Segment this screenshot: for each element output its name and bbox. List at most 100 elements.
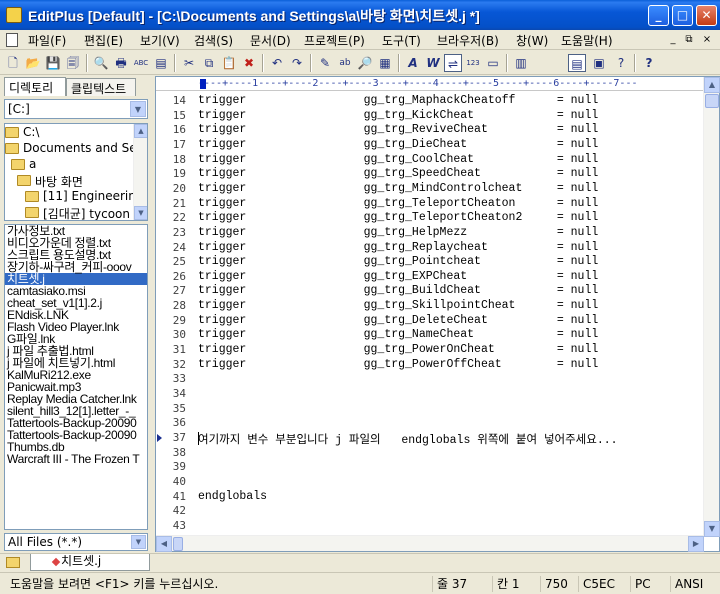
scroll-thumb[interactable] — [705, 94, 719, 108]
scroll-thumb[interactable] — [173, 537, 183, 551]
drive-select[interactable]: [C:] ▼ — [4, 99, 148, 119]
ruler-icon[interactable]: ▭ — [484, 54, 502, 72]
code-line[interactable]: trigger gg_trg_PowerOffCheat = null — [198, 358, 598, 371]
tree-item[interactable]: a — [11, 157, 36, 173]
italic-w-icon[interactable]: W — [424, 54, 442, 72]
spell-icon[interactable]: ABC — [132, 54, 150, 72]
document-menu-icon[interactable] — [6, 33, 18, 47]
tree-item[interactable]: Documents and Se — [5, 141, 137, 157]
line-number: 22 — [172, 211, 186, 224]
mdi-minimize-button[interactable]: _ — [666, 33, 680, 46]
tree-item[interactable]: 바탕 화면 — [17, 173, 83, 189]
code-line[interactable]: 여기까지 변수 부분입니다 j 파일의 endglobals 위쪽에 붙여 넣어… — [198, 431, 618, 447]
menu-help[interactable]: 도움말(H) — [561, 32, 613, 49]
editor[interactable]: ----+----1----+----2----+----3----+----4… — [155, 76, 720, 552]
horizontal-scrollbar[interactable]: ◀ ▶ — [156, 535, 704, 552]
print-icon[interactable]: 🖶 — [112, 54, 130, 72]
code-line[interactable]: trigger gg_trg_DeleteCheat = null — [198, 314, 598, 327]
scroll-left-icon[interactable]: ◀ — [156, 536, 172, 552]
tab-directory[interactable]: 디렉토리 — [4, 77, 66, 96]
print-preview-icon[interactable]: 🔍 — [92, 54, 110, 72]
save-icon[interactable]: 💾 — [44, 54, 62, 72]
sidebar-icon[interactable]: ▤ — [568, 54, 586, 72]
code-line[interactable]: trigger gg_trg_TeleportCheaton2 = null — [198, 211, 598, 224]
document-tab[interactable]: 치트셋.j — [30, 554, 150, 571]
columns-icon[interactable]: ▥ — [512, 54, 530, 72]
goto-icon[interactable]: ▦ — [376, 54, 394, 72]
menu-document[interactable]: 문서(D) — [250, 32, 291, 49]
menu-tools[interactable]: 도구(T) — [382, 32, 421, 49]
menu-window[interactable]: 창(W) — [516, 32, 548, 49]
menu-file[interactable]: 파일(F) — [28, 32, 66, 49]
code-line[interactable]: trigger gg_trg_MindControlcheat = null — [198, 182, 598, 195]
replace-icon[interactable]: ab — [336, 54, 354, 72]
menu-edit[interactable]: 편집(E) — [84, 32, 123, 49]
redo-icon[interactable]: ↷ — [288, 54, 306, 72]
toolbar-separator — [506, 54, 508, 72]
paste-icon[interactable]: 📋 — [220, 54, 238, 72]
template-icon[interactable]: ▤ — [152, 54, 170, 72]
code-area[interactable]: trigger gg_trg_MaphackCheatoff = null tri… — [198, 92, 704, 537]
scroll-right-icon[interactable]: ▶ — [688, 536, 704, 552]
file-filter-select[interactable]: All Files (*.*) ▼ — [4, 533, 148, 551]
code-line[interactable]: trigger gg_trg_ReviveCheat = null — [198, 123, 598, 136]
save-all-icon[interactable]: 🗐 — [64, 54, 82, 72]
code-line[interactable]: trigger gg_trg_CoolCheat = null — [198, 153, 598, 166]
tree-item[interactable]: [김대균] tycoon — [25, 205, 130, 220]
tree-item[interactable]: [11] Engineering — [25, 189, 143, 205]
tree-scrollbar[interactable]: ▲ ▼ — [133, 124, 147, 220]
code-line[interactable]: trigger gg_trg_NameCheat = null — [198, 328, 598, 341]
mdi-restore-button[interactable]: ⧉ — [682, 33, 696, 46]
scroll-up-icon[interactable]: ▲ — [704, 77, 720, 93]
find-icon[interactable]: ✎ — [316, 54, 334, 72]
chevron-down-icon[interactable]: ▼ — [131, 535, 146, 549]
code-line[interactable]: trigger gg_trg_PowerOnCheat = null — [198, 343, 598, 356]
undo-icon[interactable]: ↶ — [268, 54, 286, 72]
file-list[interactable]: 가사정보.txt 비디오가운데 정렬.txt 스크립트 용도설명.txt 장기하… — [4, 224, 148, 530]
code-line[interactable]: trigger gg_trg_Replaycheat = null — [198, 241, 598, 254]
code-line[interactable]: trigger gg_trg_BuildCheat = null — [198, 284, 598, 297]
code-line[interactable]: trigger gg_trg_HelpMezz = null — [198, 226, 598, 239]
status-help: 도움말을 보려면 <F1> 키를 누르십시오. — [10, 577, 219, 591]
output-icon[interactable]: ▣ — [590, 54, 608, 72]
open-icon[interactable]: 📂 — [24, 54, 42, 72]
vertical-scrollbar[interactable]: ▲ ▼ — [703, 77, 720, 537]
close-button[interactable]: ✕ — [696, 5, 717, 26]
minimize-button[interactable]: _ — [648, 5, 669, 26]
code-line[interactable]: trigger gg_trg_EXPCheat = null — [198, 270, 598, 283]
find-in-files-icon[interactable]: 🔎 — [356, 54, 374, 72]
menu-browser[interactable]: 브라우저(B) — [437, 32, 499, 49]
mdi-close-button[interactable]: × — [700, 33, 714, 46]
word-wrap-icon[interactable]: ⇌ — [444, 54, 462, 72]
code-line[interactable]: trigger gg_trg_SpeedCheat = null — [198, 167, 598, 180]
folder-tree[interactable]: C:\ Documents and Se a 바탕 화면 [11] Engine… — [4, 123, 148, 221]
cut-icon[interactable]: ✂ — [180, 54, 198, 72]
code-line[interactable]: trigger gg_trg_TeleportCheaton = null — [198, 197, 598, 210]
code-line[interactable]: trigger gg_trg_Pointcheat = null — [198, 255, 598, 268]
copy-icon[interactable]: ⧉ — [200, 54, 218, 72]
code-line[interactable]: trigger gg_trg_KickCheat = null — [198, 109, 598, 122]
file-item[interactable]: Warcraft III - The Frozen T — [5, 453, 147, 465]
tab-cliptext[interactable]: 클립텍스트 — [66, 78, 136, 96]
editplus-app-icon[interactable] — [6, 7, 22, 23]
line-number-icon[interactable]: 123 — [464, 54, 482, 72]
scroll-down-icon[interactable]: ▼ — [704, 521, 720, 537]
scroll-up-icon[interactable]: ▲ — [134, 124, 147, 138]
code-line[interactable]: trigger gg_trg_MaphackCheatoff = null — [198, 94, 598, 107]
maximize-button[interactable]: □ — [672, 5, 693, 26]
code-line[interactable]: trigger gg_trg_DieCheat = null — [198, 138, 598, 151]
delete-icon[interactable]: ✖ — [240, 54, 258, 72]
code-line[interactable]: trigger gg_trg_SkillpointCheat = null — [198, 299, 598, 312]
document-selector-icon[interactable]: ? — [612, 54, 630, 72]
chevron-down-icon[interactable]: ▼ — [130, 101, 146, 117]
code-line[interactable]: endglobals — [198, 490, 267, 503]
font-icon[interactable]: A — [404, 54, 422, 72]
scroll-down-icon[interactable]: ▼ — [134, 206, 147, 220]
help-icon[interactable]: ? — [640, 54, 658, 72]
tree-item[interactable]: C:\ — [5, 125, 39, 141]
folder-icon[interactable] — [6, 557, 20, 568]
menu-project[interactable]: 프로젝트(P) — [304, 32, 365, 49]
new-icon[interactable]: 🗋 — [4, 54, 22, 72]
menu-search[interactable]: 검색(S) — [194, 32, 233, 49]
menu-view[interactable]: 보기(V) — [140, 32, 180, 49]
